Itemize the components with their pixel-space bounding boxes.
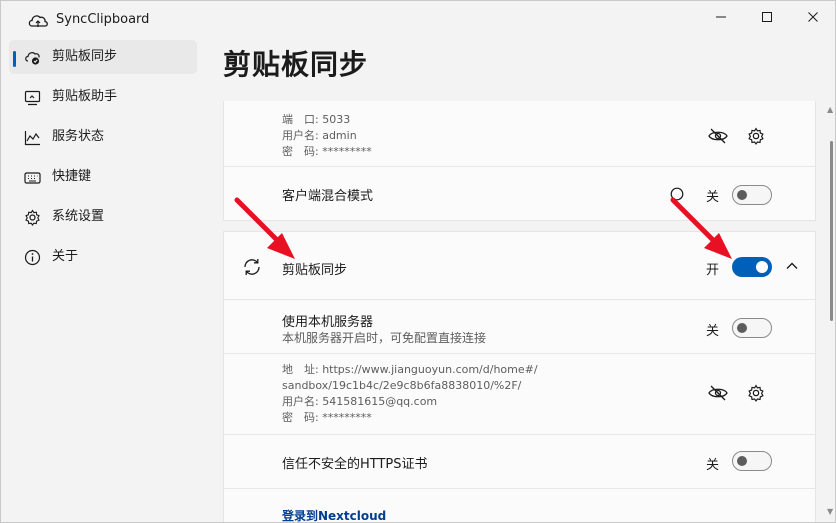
use-local-server-title: 使用本机服务器 — [282, 315, 374, 330]
divider — [224, 166, 816, 167]
hide-password-button[interactable] — [705, 380, 731, 406]
port-line: 端 口: 5033 — [282, 113, 351, 126]
page-title: 剪贴板同步 — [223, 48, 369, 81]
app-title: SyncClipboard — [56, 12, 150, 27]
trust-https-label: 信任不安全的HTTPS证书 — [282, 457, 428, 472]
address-line-2: sandbox/19c1b4c/2e9c8b6fa8838010/%2F/ — [282, 379, 522, 392]
password-line: 密 码: ********* — [282, 145, 372, 158]
webdav-settings-button[interactable] — [743, 380, 769, 406]
sidebar-item-label: 系统设置 — [52, 209, 105, 224]
app-window: SyncClipboard 剪贴板同步 剪贴板助手 服务状态 快捷键 系统设置 … — [0, 0, 836, 523]
address-line-1: 地 址: https://www.jianguoyun.com/d/home#/ — [282, 363, 538, 376]
minimize-icon — [716, 16, 726, 18]
info-icon[interactable] — [670, 187, 684, 201]
sidebar-item-label: 剪贴板同步 — [52, 49, 118, 64]
eye-off-icon — [708, 128, 728, 144]
server-settings-button[interactable] — [743, 123, 769, 149]
divider — [224, 488, 816, 489]
chevron-up-icon[interactable] — [785, 261, 799, 271]
mixed-mode-state: 关 — [706, 190, 720, 205]
trust-https-state: 关 — [706, 458, 720, 473]
sidebar-item-clipboard-sync[interactable]: 剪贴板同步 — [9, 40, 197, 74]
scroll-up-arrow[interactable]: ▲ — [827, 105, 833, 114]
sidebar-item-service-status[interactable]: 服务状态 — [9, 120, 197, 154]
sidebar-item-label: 剪贴板助手 — [52, 89, 118, 104]
divider — [224, 434, 816, 435]
sidebar-item-label: 服务状态 — [52, 129, 105, 144]
active-indicator — [13, 51, 16, 67]
toggle-knob — [737, 323, 747, 333]
divider — [224, 353, 816, 354]
keyboard-icon — [24, 172, 41, 184]
info-icon — [24, 249, 41, 266]
toggle-knob — [737, 456, 747, 466]
maximize-icon — [762, 12, 772, 22]
close-icon — [808, 12, 818, 22]
use-local-server-toggle[interactable] — [732, 318, 772, 338]
use-local-server-desc: 本机服务器开启时，可免配置直接连接 — [282, 331, 487, 345]
mixed-mode-toggle[interactable] — [732, 185, 772, 205]
clipboard-helper-icon — [24, 90, 41, 106]
cloud-sync-icon — [28, 15, 48, 27]
toggle-knob — [756, 261, 768, 273]
clipboard-sync-label: 剪贴板同步 — [282, 263, 348, 278]
server-settings-card: 端 口: 5033 用户名: admin 密 码: ********* 客户端混… — [223, 101, 816, 221]
clipboard-sync-state: 开 — [706, 263, 720, 278]
username-line: 用户名: 541581615@qq.com — [282, 395, 438, 408]
sidebar-item-system-settings[interactable]: 系统设置 — [9, 200, 197, 234]
chart-icon — [24, 131, 40, 146]
sidebar-item-label: 关于 — [52, 249, 79, 264]
settings-content: 端 口: 5033 用户名: admin 密 码: ********* 客户端混… — [223, 101, 816, 522]
scroll-down-arrow[interactable]: ▼ — [827, 507, 833, 516]
minimize-button[interactable] — [698, 1, 744, 33]
use-local-server-state: 关 — [706, 324, 720, 339]
clipboard-sync-toggle[interactable] — [732, 257, 772, 277]
eye-off-icon — [708, 385, 728, 401]
clipboard-sync-expander[interactable]: 剪贴板同步 开 — [223, 231, 816, 299]
gear-icon — [25, 209, 40, 226]
maximize-button[interactable] — [744, 1, 790, 33]
title-bar: SyncClipboard — [1, 1, 835, 39]
sidebar-item-about[interactable]: 关于 — [9, 240, 197, 274]
clipboard-sync-expanded-panel: 使用本机服务器 本机服务器开启时，可免配置直接连接 关 地 址: https:/… — [223, 299, 816, 522]
close-button[interactable] — [790, 1, 835, 33]
username-line: 用户名: admin — [282, 129, 357, 142]
sidebar-item-hotkeys[interactable]: 快捷键 — [9, 160, 197, 194]
nextcloud-login-link[interactable]: 登录到Nextcloud — [282, 507, 386, 522]
scrollbar-thumb[interactable] — [830, 141, 833, 321]
cloud-sync-icon — [25, 52, 40, 65]
gear-icon — [748, 127, 764, 145]
sidebar-item-clipboard-helper[interactable]: 剪贴板助手 — [9, 80, 197, 114]
toggle-knob — [737, 190, 747, 200]
password-line: 密 码: ********* — [282, 411, 372, 424]
gear-icon — [748, 384, 764, 402]
trust-https-toggle[interactable] — [732, 451, 772, 471]
sidebar-item-label: 快捷键 — [52, 169, 92, 184]
hide-password-button[interactable] — [705, 123, 731, 149]
mixed-mode-label: 客户端混合模式 — [282, 189, 374, 204]
sync-icon — [244, 259, 260, 275]
